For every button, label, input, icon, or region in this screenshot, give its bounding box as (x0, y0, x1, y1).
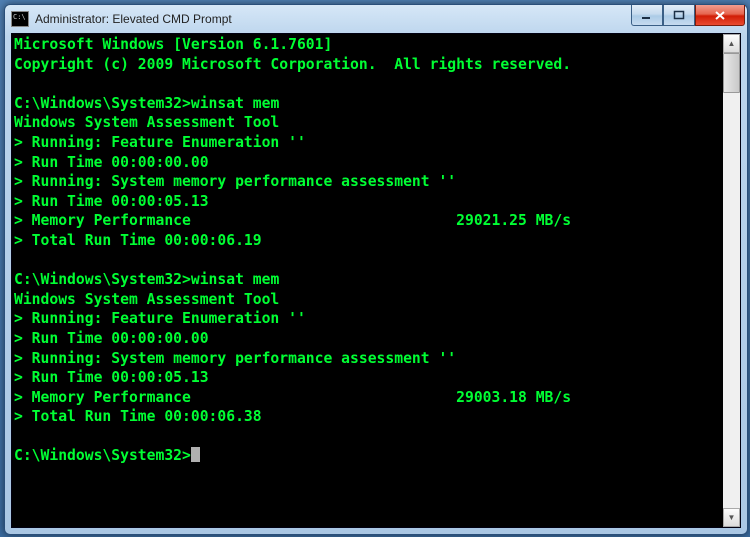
tool-line: Windows System Assessment Tool (14, 114, 279, 131)
scroll-track[interactable] (723, 53, 740, 508)
command: winsat mem (191, 95, 279, 112)
output-line: > Run Time 00:00:00.00 (14, 154, 209, 171)
scroll-thumb[interactable] (723, 53, 740, 93)
prompt: C:\Windows\System32> (14, 271, 191, 288)
output-line: > Running: Feature Enumeration '' (14, 310, 306, 327)
chevron-up-icon: ▲ (728, 39, 736, 48)
close-button[interactable] (695, 5, 745, 26)
tool-line: Windows System Assessment Tool (14, 291, 279, 308)
minimize-button[interactable] (631, 5, 663, 26)
output-line: > Running: Feature Enumeration '' (14, 134, 306, 151)
maximize-button[interactable] (663, 5, 695, 26)
terminal[interactable]: Microsoft Windows [Version 6.1.7601] Cop… (12, 34, 723, 527)
output-line: > Run Time 00:00:05.13 (14, 193, 209, 210)
client-area: Microsoft Windows [Version 6.1.7601] Cop… (11, 33, 741, 528)
output-line: > Run Time 00:00:05.13 (14, 369, 209, 386)
output-line: > Running: System memory performance ass… (14, 350, 456, 367)
chevron-down-icon: ▼ (728, 513, 736, 522)
output-line: > Running: System memory performance ass… (14, 173, 456, 190)
cmd-icon (11, 11, 29, 27)
scroll-down-button[interactable]: ▼ (723, 508, 740, 527)
prompt: C:\Windows\System32> (14, 447, 191, 464)
titlebar[interactable]: Administrator: Elevated CMD Prompt (5, 5, 747, 33)
window-buttons (631, 5, 747, 33)
header-line: Microsoft Windows [Version 6.1.7601] (14, 36, 332, 53)
output-line: > Memory Performance 29021.25 MB/s (14, 212, 571, 229)
header-line: Copyright (c) 2009 Microsoft Corporation… (14, 56, 571, 73)
scrollbar[interactable]: ▲ ▼ (723, 34, 740, 527)
scroll-up-button[interactable]: ▲ (723, 34, 740, 53)
window-title: Administrator: Elevated CMD Prompt (35, 12, 631, 26)
output-line: > Memory Performance 29003.18 MB/s (14, 389, 571, 406)
cursor (191, 447, 200, 462)
prompt: C:\Windows\System32> (14, 95, 191, 112)
command: winsat mem (191, 271, 279, 288)
output-line: > Run Time 00:00:00.00 (14, 330, 209, 347)
cmd-window: Administrator: Elevated CMD Prompt Micro… (4, 4, 748, 535)
output-line: > Total Run Time 00:00:06.38 (14, 408, 262, 425)
output-line: > Total Run Time 00:00:06.19 (14, 232, 262, 249)
